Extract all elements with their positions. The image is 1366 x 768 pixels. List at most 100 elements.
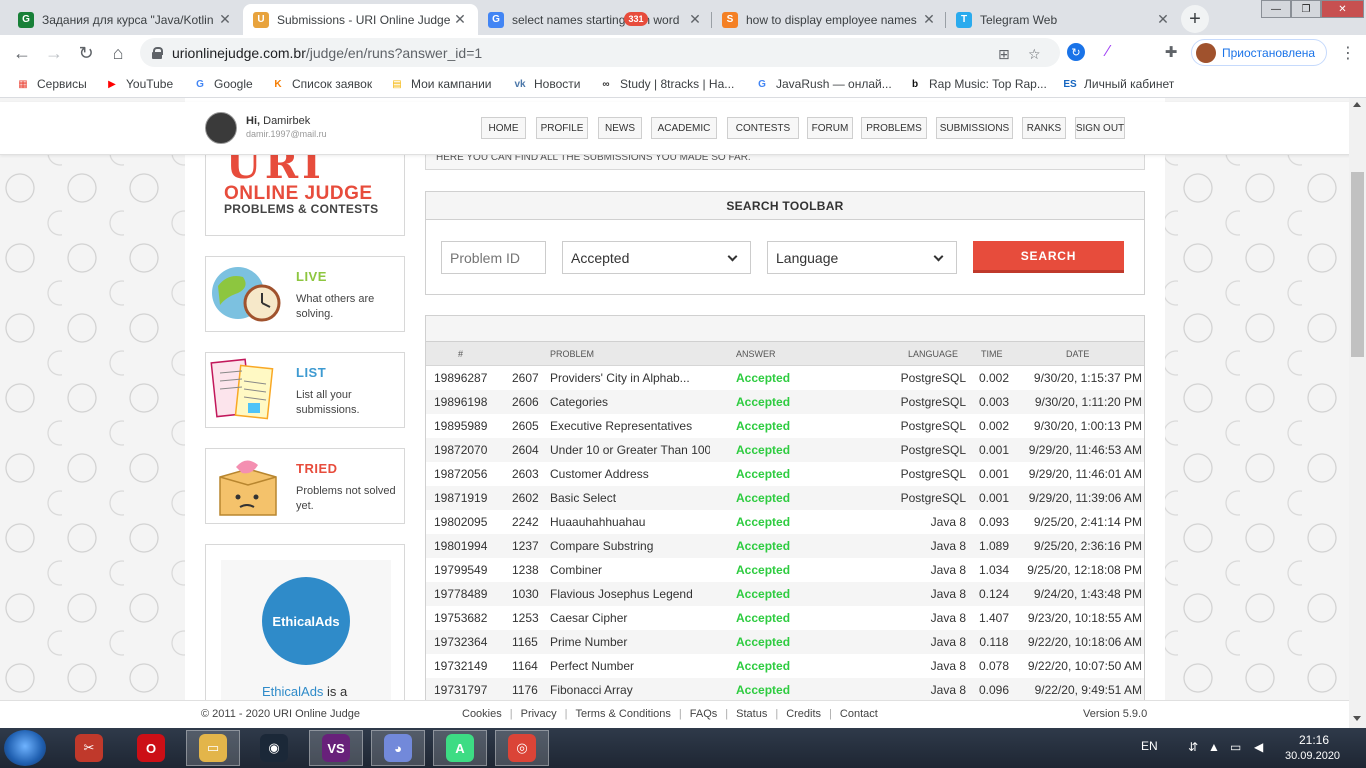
answer-status[interactable]: Accepted [736, 419, 790, 433]
tab-close-icon[interactable]: ✕ [217, 11, 233, 28]
translate-icon[interactable]: ⊞ [998, 46, 1010, 63]
problem-name[interactable]: Compare Substring [550, 539, 710, 553]
footer-link-credits[interactable]: Credits [786, 708, 821, 720]
clock-date[interactable]: 30.09.2020 [1285, 750, 1340, 762]
new-tab-button[interactable]: + [1181, 5, 1209, 33]
ethicalads-logo[interactable]: EthicalAds [262, 577, 350, 665]
taskbar-app[interactable]: A [433, 730, 487, 766]
table-row[interactable]: 19895989 2605 Executive Representatives Acc… [426, 414, 1144, 438]
start-button[interactable] [4, 730, 46, 766]
nav-news[interactable]: NEWS [598, 117, 642, 139]
problem-name[interactable]: Categories [550, 395, 710, 409]
footer-link-terms-conditions[interactable]: Terms & Conditions [576, 708, 671, 720]
taskbar-app[interactable]: VS [309, 730, 363, 766]
table-row[interactable]: 19896287 2607 Providers' City in Alphab...… [426, 366, 1144, 390]
tab-close-icon[interactable]: ✕ [687, 11, 703, 28]
table-row[interactable]: 19731797 1176 Fibonacci Array Accepted Java … [426, 678, 1144, 702]
back-button[interactable]: ← [10, 41, 34, 65]
problem-number[interactable]: 2604 [512, 443, 539, 457]
answer-status[interactable]: Accepted [736, 659, 790, 673]
nav-forum[interactable]: FORUM [807, 117, 853, 139]
bookmark-star-icon[interactable]: ☆ [1028, 46, 1041, 63]
table-row[interactable]: 19871919 2602 Basic Select Accepted PostgreS… [426, 486, 1144, 510]
submission-id[interactable]: 19732149 [434, 659, 487, 673]
tab-close-icon[interactable]: ✕ [452, 11, 468, 28]
scrollbar-thumb[interactable] [1351, 172, 1364, 357]
taskbar-app[interactable]: ▭ [186, 730, 240, 766]
taskbar-app[interactable]: ◎ [495, 730, 549, 766]
list-card[interactable]: LIST List all your submissions. [205, 352, 405, 428]
nav-sign-out[interactable]: SIGN OUT [1075, 117, 1125, 139]
language-select[interactable]: Language [767, 241, 957, 274]
browser-tab[interactable]: G Задания для курса "Java/Kotlin ✕ [8, 4, 243, 35]
problem-name[interactable]: Perfect Number [550, 659, 710, 673]
table-row[interactable]: 19732149 1164 Perfect Number Accepted Java 8… [426, 654, 1144, 678]
footer-link-cookies[interactable]: Cookies [462, 708, 502, 720]
nav-profile[interactable]: PROFILE [536, 117, 588, 139]
footer-link-faqs[interactable]: FAQs [690, 708, 718, 720]
problem-name[interactable]: Providers' City in Alphab... [550, 371, 710, 385]
problem-name[interactable]: Basic Select [550, 491, 710, 505]
submission-id[interactable]: 19872070 [434, 443, 487, 457]
answer-status[interactable]: Accepted [736, 611, 790, 625]
problem-number[interactable]: 2606 [512, 395, 539, 409]
answer-status[interactable]: Accepted [736, 635, 790, 649]
problem-name[interactable]: Flavious Josephus Legend [550, 587, 710, 601]
usb-icon[interactable]: ⇵ [1188, 740, 1198, 754]
site-logo[interactable]: URI ONLINE JUDGE PROBLEMS & CONTESTS [205, 155, 405, 236]
extensions-puzzle-icon[interactable]: ✚ [1162, 43, 1180, 61]
answer-status[interactable]: Accepted [736, 491, 790, 505]
problem-name[interactable]: Fibonacci Array [550, 683, 710, 697]
bookmark-item[interactable]: ∞ Study | 8tracks | Ha... [598, 76, 734, 92]
browser-tab[interactable]: T Telegram Web ✕ [946, 4, 1181, 35]
nav-problems[interactable]: PROBLEMS [861, 117, 927, 139]
answer-status[interactable]: Accepted [736, 563, 790, 577]
bookmark-item[interactable]: vk Новости [512, 76, 580, 92]
input-language[interactable]: EN [1141, 739, 1158, 753]
browser-tab[interactable]: U Submissions - URI Online Judge ✕ [243, 4, 478, 35]
table-row[interactable]: 19732364 1165 Prime Number Accepted Java 8 0.… [426, 630, 1144, 654]
menu-kebab-icon[interactable]: ⋮ [1336, 41, 1360, 65]
network-icon[interactable]: ▭ [1230, 740, 1241, 754]
bookmark-item[interactable]: G Google [192, 76, 253, 92]
volume-icon[interactable]: ◀ [1254, 740, 1263, 754]
bookmark-item[interactable]: ▦ Сервисы [15, 76, 86, 92]
browser-tab[interactable]: Gselect names starting with word ✕ [478, 4, 713, 35]
problem-name[interactable]: Combiner [550, 563, 710, 577]
problem-number[interactable]: 1030 [512, 587, 539, 601]
problem-name[interactable]: Executive Representatives [550, 419, 710, 433]
bookmark-item[interactable]: K Список заявок [270, 76, 372, 92]
submission-id[interactable]: 19732364 [434, 635, 487, 649]
submission-id[interactable]: 19799549 [434, 563, 487, 577]
scroll-up-arrow-icon[interactable] [1353, 102, 1361, 107]
submission-id[interactable]: 19872056 [434, 467, 487, 481]
browser-tab[interactable]: Show to display employee names ✕ [712, 4, 947, 35]
answer-status[interactable]: Accepted [736, 467, 790, 481]
table-row[interactable]: 19896198 2606 Categories Accepted PostgreSQL… [426, 390, 1144, 414]
answer-status[interactable]: Accepted [736, 443, 790, 457]
tray-expand-icon[interactable]: ▲ [1208, 740, 1220, 754]
page-scrollbar[interactable] [1349, 98, 1366, 728]
submission-id[interactable]: 19895989 [434, 419, 487, 433]
search-button[interactable]: SEARCH [973, 241, 1124, 273]
submission-id[interactable]: 19896198 [434, 395, 487, 409]
address-bar[interactable]: urionlinejudge.com.br/judge/en/runs?answ… [140, 38, 1060, 67]
close-window-button[interactable]: ✕ [1321, 0, 1364, 18]
table-row[interactable]: 19872056 2603 Customer Address Accepted Post… [426, 462, 1144, 486]
problem-name[interactable]: Under 10 or Greater Than 100 [550, 443, 710, 457]
profile-paused-button[interactable]: Приостановлена [1191, 39, 1327, 66]
home-button[interactable]: ⌂ [106, 41, 130, 65]
nav-ranks[interactable]: RANKS [1022, 117, 1066, 139]
taskbar-app[interactable]: ◉ [247, 730, 301, 766]
problem-number[interactable]: 1253 [512, 611, 539, 625]
submission-id[interactable]: 19778489 [434, 587, 487, 601]
answer-status[interactable]: Accepted [736, 587, 790, 601]
problem-number[interactable]: 1165 [512, 635, 538, 649]
tried-card[interactable]: TRIED Problems not solved yet. [205, 448, 405, 524]
bookmark-item[interactable]: ▤ Мои кампании [389, 76, 491, 92]
answer-status[interactable]: Accepted [736, 371, 790, 385]
problem-number[interactable]: 1238 [512, 563, 539, 577]
problem-number[interactable]: 2603 [512, 467, 539, 481]
table-row[interactable]: 19872070 2604 Under 10 or Greater Than 100… [426, 438, 1144, 462]
nav-academic[interactable]: ACADEMIC [651, 117, 717, 139]
